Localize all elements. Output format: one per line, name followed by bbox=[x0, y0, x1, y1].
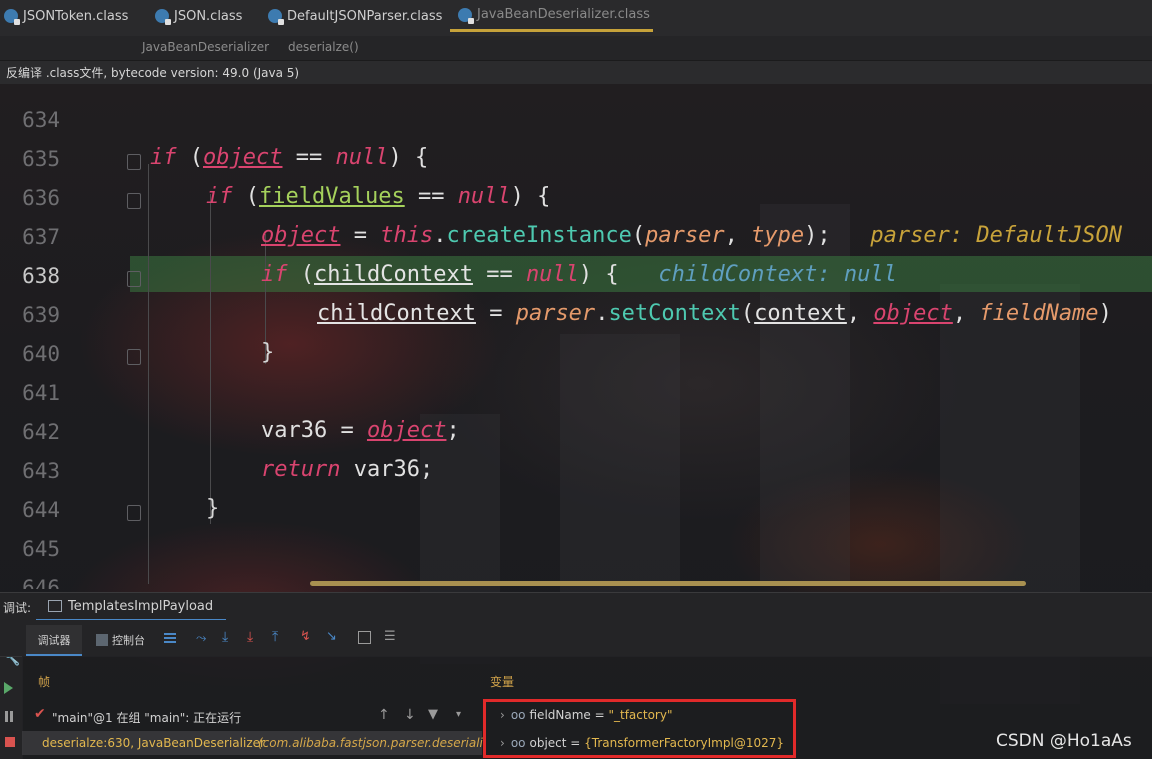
inline-debug-hint: childContext: null bbox=[658, 262, 897, 287]
class-file-icon bbox=[155, 9, 171, 25]
resume-icon[interactable] bbox=[4, 682, 13, 694]
line-number-current: 638 bbox=[22, 264, 60, 288]
pause-icon[interactable] bbox=[5, 711, 8, 722]
line-number: 644 bbox=[22, 498, 60, 522]
tab-console[interactable]: 控制台 bbox=[96, 632, 145, 648]
breadcrumb: JavaBeanDeserializer deserialze() bbox=[0, 36, 1152, 61]
code-line-644: } bbox=[206, 496, 220, 521]
tab-defaultjsonparser[interactable]: DefaultJSONParser.class bbox=[268, 0, 442, 32]
fold-marker-icon[interactable] bbox=[127, 193, 141, 209]
dropdown-icon[interactable]: ▾ bbox=[456, 709, 461, 720]
tab-javabeandeserializer[interactable]: JavaBeanDeserializer.class bbox=[450, 0, 653, 32]
debug-session-tab[interactable]: TemplatesImplPayload bbox=[36, 593, 226, 621]
stack-frame-item[interactable]: deserialze:630, JavaBeanDeserializer (co… bbox=[22, 731, 483, 755]
fold-marker-icon[interactable] bbox=[127, 271, 141, 287]
check-icon: ✔ bbox=[34, 706, 46, 722]
code-editor[interactable]: 634 635 636 637 638 639 640 641 642 643 … bbox=[0, 84, 1152, 589]
down-arrow-icon[interactable]: ↓ bbox=[404, 707, 416, 723]
drop-frame-icon[interactable]: ↯ bbox=[300, 629, 311, 644]
indent-guide bbox=[210, 194, 211, 524]
class-file-icon bbox=[268, 9, 284, 25]
line-number: 636 bbox=[22, 186, 60, 210]
step-over-icon[interactable]: ⤓ bbox=[222, 629, 228, 645]
thread-selector[interactable]: ✔ "main"@1 在组 "main": 正在运行 ↑ ↓ ▼ ▾ bbox=[22, 704, 482, 728]
debug-label: 调试: bbox=[3, 601, 32, 615]
up-arrow-icon[interactable]: ↑ bbox=[378, 707, 390, 723]
code-line-638: if (childContext == null) { childContext… bbox=[261, 262, 897, 287]
session-icon bbox=[48, 600, 62, 612]
run-to-cursor-icon[interactable]: ↘ bbox=[326, 629, 337, 644]
fold-marker-icon[interactable] bbox=[127, 505, 141, 521]
watermark: CSDN @Ho1aAs bbox=[996, 731, 1132, 751]
stop-icon[interactable] bbox=[5, 737, 15, 747]
code-line-635: if (object == null) { bbox=[150, 145, 429, 170]
line-number: 643 bbox=[22, 459, 60, 483]
line-number: 635 bbox=[22, 147, 60, 171]
tab-json[interactable]: JSON.class bbox=[155, 0, 242, 32]
frames-list-icon[interactable] bbox=[164, 633, 176, 635]
inline-debug-hint: parser: DefaultJSON bbox=[870, 223, 1123, 248]
line-number: 646 bbox=[22, 576, 60, 589]
class-file-icon bbox=[458, 7, 474, 24]
step-out-icon[interactable]: ⤒ bbox=[272, 629, 278, 645]
line-number: 640 bbox=[22, 342, 60, 366]
evaluate-expression-icon[interactable] bbox=[358, 631, 371, 644]
code-line-639: childContext = parser.setContext(context… bbox=[317, 301, 1112, 326]
code-line-636: if (fieldValues == null) { bbox=[206, 184, 551, 209]
fold-marker-icon[interactable] bbox=[127, 154, 141, 170]
filter-icon[interactable]: ▼ bbox=[428, 707, 438, 722]
tab-debugger[interactable]: 调试器 bbox=[26, 625, 82, 656]
editor-tab-bar: JSONToken.class JSON.class DefaultJSONPa… bbox=[0, 0, 1152, 37]
decompiled-notice: 反编译 .class文件, bytecode version: 49.0 (Ja… bbox=[0, 61, 1152, 84]
debug-toolbar: 调试器 控制台 ⤳ ⤓ ⤓ ⤒ ↯ ↘ ☰ bbox=[0, 620, 1152, 657]
horizontal-scrollbar[interactable] bbox=[310, 581, 1026, 586]
breadcrumb-class[interactable]: JavaBeanDeserializer bbox=[142, 40, 269, 54]
step-into-icon[interactable]: ⤓ bbox=[247, 629, 253, 645]
debug-title-bar: 调试: TemplatesImplPayload bbox=[0, 592, 1152, 621]
code-line-640: } bbox=[261, 340, 275, 365]
line-number: 639 bbox=[22, 303, 60, 327]
frames-title: 帧 bbox=[38, 675, 51, 689]
code-line-643: return var36; bbox=[261, 457, 434, 482]
line-number: 637 bbox=[22, 225, 60, 249]
fold-marker-icon[interactable] bbox=[127, 349, 141, 365]
class-file-icon bbox=[4, 9, 20, 25]
code-line-637: object = this.createInstance(parser, typ… bbox=[261, 223, 1123, 248]
trace-icon[interactable]: ☰ bbox=[384, 629, 396, 644]
line-number: 634 bbox=[22, 108, 60, 132]
console-icon bbox=[96, 634, 108, 646]
line-number: 641 bbox=[22, 381, 60, 405]
show-execution-point-icon[interactable]: ⤳ bbox=[196, 631, 206, 646]
variables-title: 变量 bbox=[490, 675, 515, 689]
tab-jsontoken[interactable]: JSONToken.class bbox=[4, 0, 128, 32]
line-number: 645 bbox=[22, 537, 60, 561]
annotation-highlight-box bbox=[483, 699, 796, 758]
line-number: 642 bbox=[22, 420, 60, 444]
indent-guide bbox=[148, 164, 149, 584]
breadcrumb-method[interactable]: deserialze() bbox=[288, 40, 359, 54]
code-line-642: var36 = object; bbox=[261, 418, 460, 443]
